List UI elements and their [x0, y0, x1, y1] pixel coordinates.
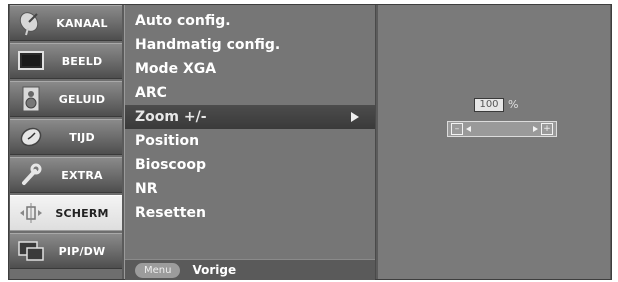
sidebar-item-label: BEELD [61, 54, 103, 68]
menu-item-position[interactable]: Position [125, 129, 375, 153]
sidebar-item-label: SCHERM [55, 206, 109, 220]
menu-item-label: Mode XGA [135, 61, 217, 77]
menu-item-zoom[interactable]: Zoom +/- [125, 105, 375, 129]
zoom-unit-label: % [508, 98, 519, 111]
satellite-dish-icon [16, 8, 46, 38]
sidebar-item-pipdw[interactable]: PIP/DW [10, 233, 122, 269]
sidebar-item-beeld[interactable]: BEELD [10, 43, 122, 79]
arrow-left-icon [466, 126, 471, 132]
menu-item-label: NR [135, 181, 158, 197]
menu-item-label: ARC [135, 85, 167, 101]
screen-adjust-icon [16, 198, 46, 228]
back-label: Vorige [192, 263, 237, 277]
menu-item-label: Resetten [135, 205, 206, 221]
zoom-detail-panel: 100 % – + [378, 5, 610, 279]
menu-item-handmatig-config[interactable]: Handmatig config. [125, 33, 375, 57]
sidebar-item-extra[interactable]: EXTRA [10, 157, 122, 193]
zoom-value-display: 100 [474, 98, 504, 112]
menu-item-label: Handmatig config. [135, 37, 281, 53]
sidebar-item-label: PIP/DW [58, 244, 106, 258]
pip-icon [16, 236, 46, 266]
menu-item-mode-xga[interactable]: Mode XGA [125, 57, 375, 81]
menu-item-label: Bioscoop [135, 157, 206, 173]
menu-item-label: Auto config. [135, 13, 231, 29]
submenu-arrow-icon [351, 112, 359, 122]
picture-monitor-icon [16, 46, 46, 76]
menu-footer: Menu Vorige [125, 259, 375, 280]
clock-icon [16, 122, 46, 152]
menu-item-bioscoop[interactable]: Bioscoop [125, 153, 375, 177]
sidebar-item-label: GELUID [58, 92, 106, 106]
menu-item-auto-config[interactable]: Auto config. [125, 9, 375, 33]
zoom-plus-button[interactable]: + [541, 123, 553, 135]
sidebar-item-geluid[interactable]: GELUID [10, 81, 122, 117]
speaker-icon [16, 84, 46, 114]
scherm-submenu: Auto config. Handmatig config. Mode XGA … [124, 5, 376, 280]
sidebar-item-scherm[interactable]: SCHERM [10, 195, 122, 231]
menu-item-label: Position [135, 133, 200, 149]
sidebar-item-kanaal[interactable]: KANAAL [10, 5, 122, 41]
menu-item-nr[interactable]: NR [125, 177, 375, 201]
sidebar-item-label: TIJD [69, 130, 95, 144]
menu-item-resetten[interactable]: Resetten [125, 201, 375, 225]
sidebar-item-tijd[interactable]: TIJD [10, 119, 122, 155]
menu-item-arc[interactable]: ARC [125, 81, 375, 105]
zoom-slider[interactable]: – + [447, 121, 557, 137]
arrow-right-icon [533, 126, 538, 132]
sidebar-item-label: KANAAL [56, 16, 108, 30]
wrench-icon [16, 160, 46, 190]
zoom-minus-button[interactable]: – [451, 123, 463, 135]
menu-key-button[interactable]: Menu [135, 262, 181, 278]
menu-item-label: Zoom +/- [135, 109, 207, 125]
category-sidebar: KANAAL BEELD GELUID TIJD EXTRA SCHERM PI… [10, 5, 122, 279]
sidebar-item-label: EXTRA [61, 168, 103, 182]
